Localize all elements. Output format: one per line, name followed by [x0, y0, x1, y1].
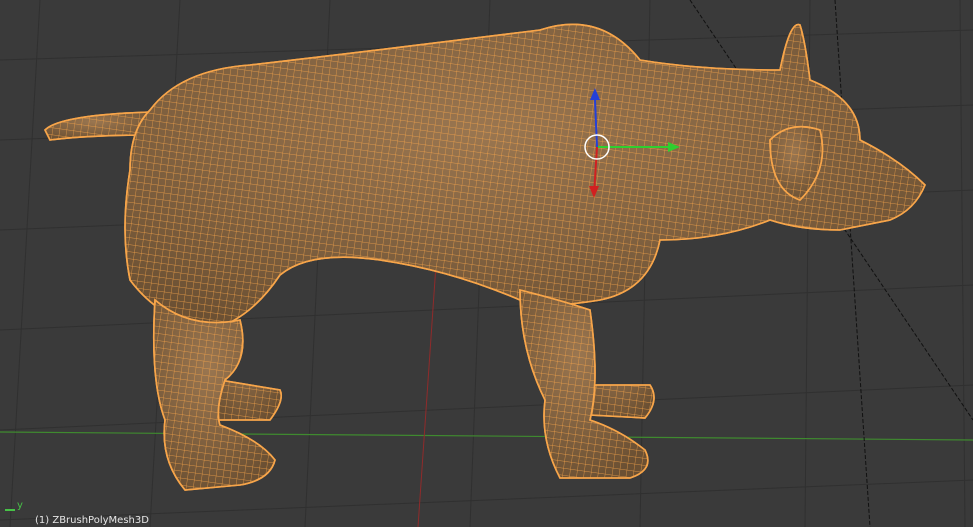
x-axis-line	[0, 431, 973, 441]
viewport-canvas[interactable]	[0, 0, 973, 527]
3d-viewport[interactable]: y (1) ZBrushPolyMesh3D	[0, 0, 973, 527]
mesh-object-dog[interactable]	[44, 23, 926, 491]
axis-label-y: y	[17, 500, 23, 511]
camera-frame-line-2	[834, 0, 871, 527]
red-axis-line	[417, 249, 438, 527]
active-object-label: (1) ZBrushPolyMesh3D	[35, 515, 149, 526]
